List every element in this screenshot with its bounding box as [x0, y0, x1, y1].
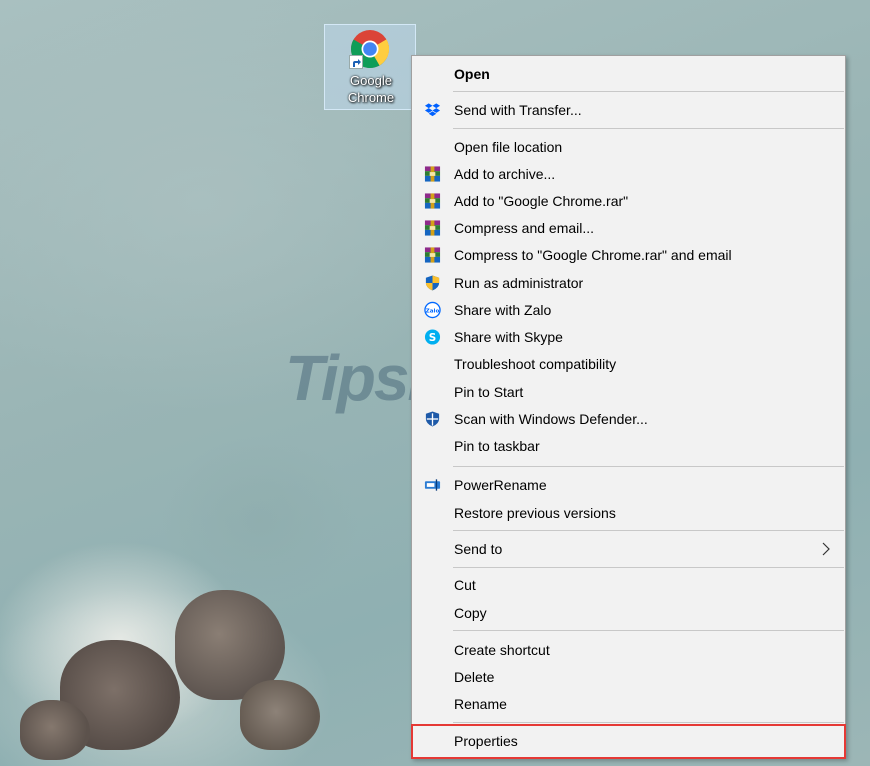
- menu-item-run-as-administrator[interactable]: Run as administrator: [413, 269, 844, 296]
- menu-item-powerrename[interactable]: PowerRename: [413, 471, 844, 498]
- menu-item-restore-previous-versions[interactable]: Restore previous versions: [413, 499, 844, 526]
- menu-item-label: Scan with Windows Defender...: [454, 410, 648, 427]
- uac-shield-icon: [425, 274, 440, 291]
- menu-item-label: Delete: [454, 668, 495, 685]
- menu-item-label: Properties: [454, 732, 518, 749]
- svg-text:S: S: [429, 331, 436, 343]
- menu-separator: [453, 91, 844, 92]
- chevron-right-icon: [822, 542, 830, 555]
- menu-item-add-to-rar[interactable]: Add to "Google Chrome.rar": [413, 187, 844, 214]
- menu-item-create-shortcut[interactable]: Create shortcut: [413, 636, 844, 663]
- menu-item-open-file-location[interactable]: Open file location: [413, 133, 844, 160]
- menu-item-rename[interactable]: Rename: [413, 690, 844, 717]
- menu-item-label: Open file location: [454, 138, 563, 155]
- menu-item-delete[interactable]: Delete: [413, 663, 844, 690]
- zalo-icon: Zalo: [424, 301, 441, 318]
- menu-item-compress-to-rar-and-email[interactable]: Compress to "Google Chrome.rar" and emai…: [413, 241, 844, 268]
- menu-item-scan-with-windows-defender[interactable]: Scan with Windows Defender...: [413, 405, 844, 432]
- menu-separator: [453, 567, 844, 568]
- winrar-icon: [424, 165, 441, 182]
- svg-text:Zalo: Zalo: [426, 308, 440, 314]
- menu-item-label: Compress and email...: [454, 219, 595, 236]
- winrar-icon: [424, 219, 441, 236]
- menu-item-share-with-skype[interactable]: S Share with Skype: [413, 323, 844, 350]
- menu-item-cut[interactable]: Cut: [413, 571, 844, 598]
- menu-item-compress-and-email[interactable]: Compress and email...: [413, 214, 844, 241]
- menu-item-label: Compress to "Google Chrome.rar" and emai…: [454, 246, 732, 263]
- menu-item-label: Add to "Google Chrome.rar": [454, 192, 629, 209]
- menu-item-label: Add to archive...: [454, 165, 556, 182]
- windows-defender-icon: [425, 410, 440, 427]
- menu-item-label: Share with Zalo: [454, 301, 552, 318]
- menu-item-send-with-transfer[interactable]: Send with Transfer...: [413, 96, 844, 123]
- menu-item-share-with-zalo[interactable]: Zalo Share with Zalo: [413, 296, 844, 323]
- menu-item-troubleshoot-compatibility[interactable]: Troubleshoot compatibility: [413, 350, 844, 377]
- menu-item-label: Rename: [454, 695, 507, 712]
- menu-item-properties[interactable]: Properties: [413, 727, 844, 754]
- menu-item-send-to[interactable]: Send to: [413, 535, 844, 562]
- menu-item-label: Pin to taskbar: [454, 437, 540, 454]
- shortcut-arrow-icon: [349, 55, 363, 69]
- menu-item-copy[interactable]: Copy: [413, 599, 844, 626]
- context-menu: Open Send with Transfer... Open file loc…: [411, 55, 846, 759]
- dropbox-icon: [424, 102, 441, 116]
- menu-separator: [453, 128, 844, 129]
- menu-item-label: Pin to Start: [454, 383, 524, 400]
- menu-item-label: Send to: [454, 540, 503, 557]
- powerrename-icon: [424, 478, 441, 491]
- menu-item-label: Run as administrator: [454, 274, 584, 291]
- menu-item-label: Create shortcut: [454, 641, 550, 658]
- menu-item-label: Cut: [454, 576, 476, 593]
- menu-item-label: Send with Transfer...: [454, 101, 582, 118]
- menu-item-pin-to-start[interactable]: Pin to Start: [413, 378, 844, 405]
- winrar-icon: [424, 192, 441, 209]
- desktop-icon-google-chrome[interactable]: Google Chrome: [324, 24, 416, 110]
- menu-item-add-to-archive[interactable]: Add to archive...: [413, 160, 844, 187]
- menu-item-label: Copy: [454, 604, 487, 621]
- menu-item-label: PowerRename: [454, 476, 547, 493]
- menu-item-open[interactable]: Open: [413, 60, 844, 87]
- desktop-icon-label: Google Chrome: [347, 73, 395, 105]
- menu-item-label: Open: [454, 65, 490, 82]
- rock-decoration: [20, 700, 90, 760]
- menu-item-label: Restore previous versions: [454, 504, 616, 521]
- winrar-icon: [424, 246, 441, 263]
- rock-decoration: [240, 680, 320, 750]
- menu-separator: [453, 630, 844, 631]
- skype-icon: S: [424, 328, 441, 345]
- menu-item-pin-to-taskbar[interactable]: Pin to taskbar: [413, 432, 844, 459]
- menu-item-label: Troubleshoot compatibility: [454, 355, 617, 372]
- menu-separator: [453, 466, 844, 467]
- menu-separator: [453, 722, 844, 723]
- menu-item-label: Share with Skype: [454, 328, 563, 345]
- menu-separator: [453, 530, 844, 531]
